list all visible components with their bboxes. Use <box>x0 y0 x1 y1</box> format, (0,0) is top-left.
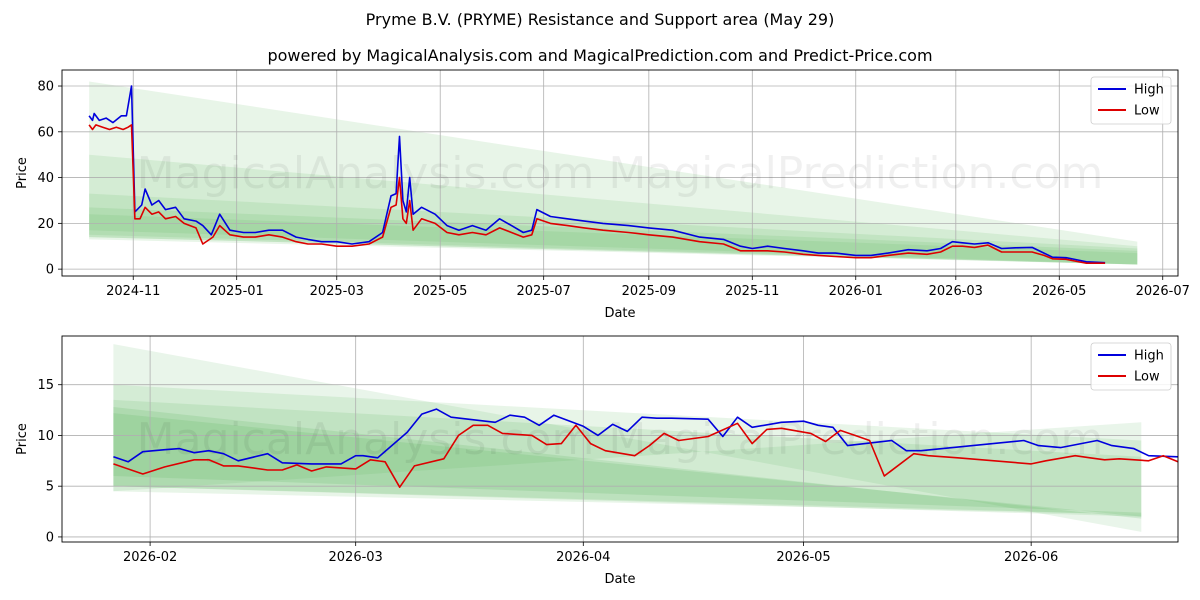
y-tick-label: 20 <box>37 217 54 232</box>
legend-label-high: High <box>1134 83 1164 98</box>
x-axis-label: Date <box>604 572 635 587</box>
x-tick-label: 2025-03 <box>310 284 364 299</box>
y-tick-label: 0 <box>46 263 54 278</box>
resistance-support-chart-full: 2024-11 2025-01 2025-03 2025-05 2025-07 2025-… <box>15 69 1190 587</box>
y-tick-label: 10 <box>37 429 54 444</box>
x-tick-label: 2025-01 <box>210 284 264 299</box>
x-tick-label: 2026-03 <box>329 550 383 565</box>
chart-panel-2: 2026-02 2026-03 2026-04 2026-05 2026-06 0 5 10 1… <box>15 335 1179 587</box>
legend: High Low <box>1090 76 1172 125</box>
x-tick-label: 2026-03 <box>929 284 983 299</box>
legend: High Low <box>1090 342 1172 391</box>
x-tick-label: 2026-06 <box>1004 550 1058 565</box>
x-axis-label: Date <box>604 306 635 321</box>
y-axis-label: Price <box>15 423 30 455</box>
watermark: MagicalAnalysis.com MagicalPrediction.co… <box>137 148 1104 199</box>
y-tick-label: 40 <box>37 171 54 186</box>
x-tick-label: 2025-07 <box>517 284 571 299</box>
x-tick-label: 2025-09 <box>622 284 676 299</box>
legend-label-low: Low <box>1134 104 1160 119</box>
legend-label-high: High <box>1134 349 1164 364</box>
y-axis-label: Price <box>15 157 30 189</box>
x-tick-label: 2026-05 <box>776 550 830 565</box>
x-tick-label: 2026-02 <box>123 550 177 565</box>
chart-panel-1: 2024-11 2025-01 2025-03 2025-05 2025-07 2025-… <box>15 69 1190 321</box>
legend-label-low: Low <box>1134 370 1160 385</box>
x-tick-label: 2026-04 <box>556 550 610 565</box>
x-tick-label: 2025-05 <box>413 284 467 299</box>
x-tick-label: 2026-01 <box>829 284 883 299</box>
y-tick-label: 80 <box>37 80 54 95</box>
y-tick-label: 15 <box>37 378 54 393</box>
x-tick-label: 2026-07 <box>1136 284 1190 299</box>
x-tick-label: 2026-05 <box>1032 284 1086 299</box>
x-tick-label: 2024-11 <box>106 284 160 299</box>
y-tick-label: 60 <box>37 125 54 140</box>
y-tick-label: 0 <box>46 530 54 545</box>
y-tick-label: 5 <box>46 480 54 495</box>
x-tick-label: 2025-11 <box>725 284 779 299</box>
